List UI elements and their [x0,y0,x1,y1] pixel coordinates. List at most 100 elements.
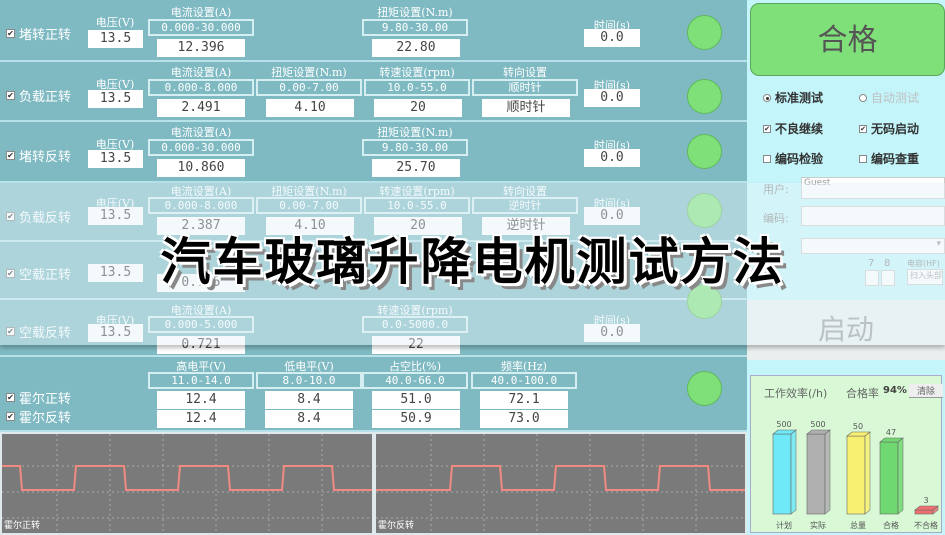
radio-icon [763,93,771,102]
torque-label: 扭矩设置(N.m) [377,126,453,139]
current-label: 电流设置(A) [170,126,232,139]
torque-range[interactable]: 9.80-30.00 [362,139,468,156]
waveform-reverse [376,434,745,533]
row-name[interactable]: ✔ 堵转正转 [6,24,71,43]
bar-category-label: 不合格 [914,520,938,530]
bar-category-label: 总量 [850,520,866,530]
test-row: ✔ 堵转正转 电压(V) 13.5 电流设置(A) 0.000-30.000 12… [0,0,747,62]
bar-实际 [806,433,826,515]
bar-side [824,429,831,515]
checkbox[interactable]: ✔ [6,412,15,421]
continue-on-fail-checkbox[interactable]: ✔ 不良继续 [763,120,823,137]
bar-category-label: 计划 [776,520,792,530]
status-led [687,79,722,114]
low-level-range[interactable]: 8.0-10.0 [256,372,362,389]
speed-label: 转速设置(rpm) [379,66,455,79]
hall-signal-line [2,465,372,491]
bar-category-label: 合格 [883,520,899,530]
speed-range[interactable]: 10.0-55.0 [364,79,470,96]
auto-test-radio[interactable]: 自动测试 [859,89,919,106]
current-range[interactable]: 0.000-8.000 [148,79,254,96]
bar-value-label: 500 [776,420,791,429]
bar-合格 [879,441,899,515]
current-range[interactable]: 0.000-30.000 [148,139,254,156]
bar-side [864,431,871,515]
hall-signal-line [376,465,745,491]
frequency-range[interactable]: 40.0-100.0 [471,372,577,389]
checkbox-icon [859,154,867,163]
duty-value: 50.9 [372,410,460,428]
time-value: 0.0 [584,29,640,47]
low-level-value: 8.4 [265,410,353,428]
time-value: 0.0 [584,149,640,167]
torque-value: 4.10 [266,99,354,117]
duty-range[interactable]: 40.0-66.0 [362,372,468,389]
bar-value-label: 47 [886,428,896,437]
hall-section: ✔ 霍尔正转 ✔ 霍尔反转 高电平(V) 11.0-14.0 12.4 12.4 低… [0,357,747,432]
bar-side [790,429,797,515]
checkbox[interactable]: ✔ [6,91,15,100]
high-level-value: 12.4 [157,391,245,409]
status-led [687,15,722,50]
standard-test-radio[interactable]: 标准测试 [763,89,823,106]
low-level-value: 8.4 [265,391,353,409]
overlay-title: 汽车玻璃升降电机测试方法 [160,233,785,291]
current-value: 12.396 [157,39,245,57]
checkbox-icon: ✔ [859,124,867,133]
row-name[interactable]: ✔ 霍尔正转 [6,388,71,407]
current-value: 10.860 [157,159,245,177]
bar-不合格 [914,509,934,515]
torque-label: 扭矩设置(N.m) [377,6,453,19]
direction-label: 转向设置 [503,66,547,79]
high-level-range[interactable]: 11.0-14.0 [148,372,254,389]
status-led [687,371,722,406]
time-value: 0.0 [584,89,640,107]
voltage-field[interactable]: 13.5 [88,90,143,108]
test-row: ✔ 堵转反转 电压(V) 13.5 电流设置(A) 0.000-30.000 10… [0,122,747,183]
speed-value: 20 [374,99,462,117]
checkbox[interactable]: ✔ [6,29,15,38]
no-code-start-checkbox[interactable]: ✔ 无码启动 [859,120,919,137]
voltage-label: 电压(V) [95,16,135,29]
checkbox[interactable]: ✔ [6,393,15,402]
row-name[interactable]: ✔ 霍尔反转 [6,407,71,426]
checkbox-icon: ✔ [763,124,771,133]
frequency-value: 72.1 [480,391,568,409]
row-name[interactable]: ✔ 堵转反转 [6,146,71,165]
status-led [687,134,722,169]
code-dup-check-checkbox[interactable]: 编码查重 [859,150,919,167]
duty-value: 51.0 [372,391,460,409]
current-range[interactable]: 0.000-30.000 [148,19,254,36]
stats-panel: 工作效率(/h) 合格率 94% 清除 500 计划 500 实际 50 总量 47 合格 3 不… [750,375,943,533]
waveform-forward [2,434,372,533]
hall-forward-scope: 霍尔正转 [0,432,374,535]
test-row: ✔ 负载正转 电压(V) 13.5 电流设置(A) 0.000-8.000 2.4… [0,62,747,122]
torque-range[interactable]: 0.00-7.00 [256,79,362,96]
voltage-field[interactable]: 13.5 [88,30,143,48]
torque-label: 扭矩设置(N.m) [271,66,347,79]
code-verify-checkbox[interactable]: 编码检验 [763,150,823,167]
bar-计划 [772,433,792,515]
current-label: 电流设置(A) [170,66,232,79]
bar-value-label: 50 [853,422,863,431]
torque-value: 25.70 [372,159,460,177]
bar-side [897,437,904,515]
current-value: 2.491 [157,99,245,117]
hall-reverse-scope: 霍尔反转 [374,432,747,535]
bar-value-label: 500 [810,420,825,429]
bar-value-label: 3 [923,496,928,505]
high-level-value: 12.4 [157,410,245,428]
frequency-value: 73.0 [480,410,568,428]
direction-setting[interactable]: 顺时针 [472,79,578,96]
direction-value: 顺时针 [482,99,570,117]
checkbox[interactable]: ✔ [6,151,15,160]
scope-caption: 霍尔反转 [378,521,415,531]
bar-总量 [846,435,866,515]
current-label: 电流设置(A) [170,6,232,19]
voltage-field[interactable]: 13.5 [88,150,143,168]
row-name[interactable]: ✔ 负载正转 [6,86,71,105]
production-bar-chart: 500 计划 500 实际 50 总量 47 合格 3 不合格 [772,420,939,530]
checkbox-icon [763,154,771,163]
torque-value: 22.80 [372,39,460,57]
torque-range[interactable]: 9.80-30.00 [362,19,468,36]
